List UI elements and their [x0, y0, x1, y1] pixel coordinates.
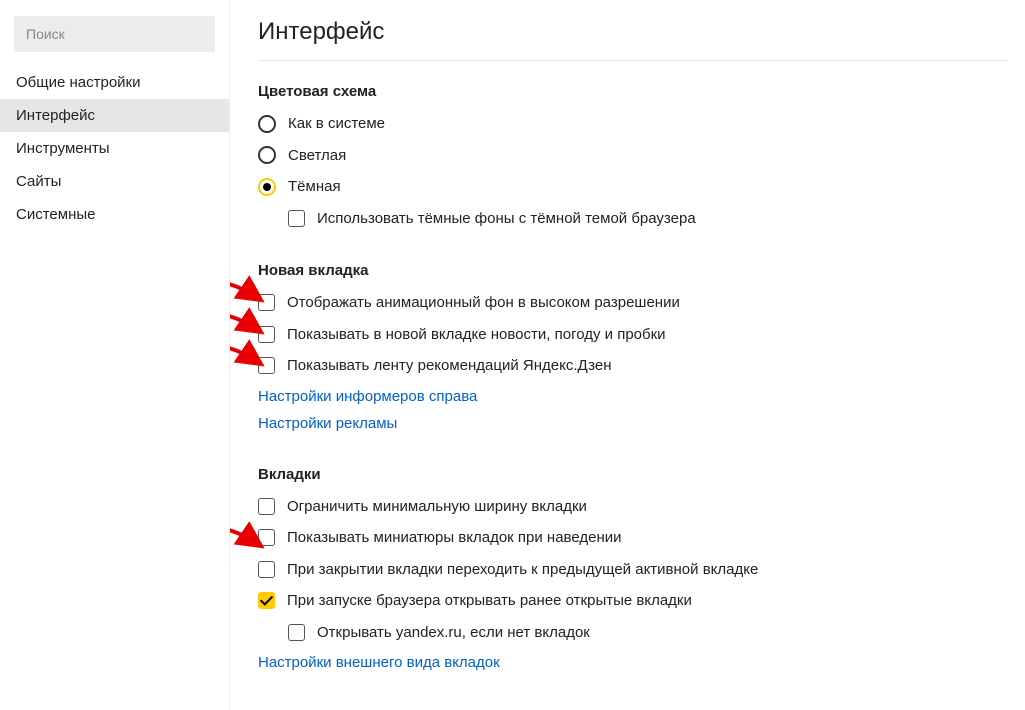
checkbox-label: Ограничить минимальную ширину вкладки	[287, 497, 587, 517]
main-content: Интерфейс Цветовая схема Как в системе С…	[230, 0, 1025, 710]
radio-label: Тёмная	[288, 177, 341, 197]
checkbox-label: Показывать ленту рекомендаций Яндекс.Дзе…	[287, 356, 612, 376]
section-title-tabs: Вкладки	[258, 466, 1007, 483]
section-tabs: Вкладки Ограничить минимальную ширину вк…	[258, 466, 1007, 672]
checkbox-prev-active-tab[interactable]: При закрытии вкладки переходить к предыд…	[258, 560, 1007, 580]
checkbox-label: Использовать тёмные фоны с тёмной темой …	[317, 209, 696, 229]
checkbox-restore-tabs[interactable]: При запуске браузера открывать ранее отк…	[258, 591, 1007, 611]
checkbox-zen-feed[interactable]: Показывать ленту рекомендаций Яндекс.Дзе…	[258, 356, 1007, 376]
checkbox-icon	[288, 624, 305, 641]
checkbox-news-weather[interactable]: Показывать в новой вкладке новости, пого…	[258, 325, 1007, 345]
section-title-new-tab: Новая вкладка	[258, 262, 1007, 279]
checkbox-open-yandex[interactable]: Открывать yandex.ru, если нет вкладок	[288, 623, 1007, 643]
search-input[interactable]: Поиск	[14, 16, 215, 52]
checkbox-label: Показывать в новой вкладке новости, пого…	[287, 325, 666, 345]
link-ad-settings[interactable]: Настройки рекламы	[258, 415, 1007, 432]
link-informer-settings[interactable]: Настройки информеров справа	[258, 388, 1007, 405]
radio-icon	[258, 146, 276, 164]
sidebar-item-general[interactable]: Общие настройки	[0, 66, 229, 99]
sidebar-item-tools[interactable]: Инструменты	[0, 132, 229, 165]
checkbox-label: Показывать миниатюры вкладок при наведен…	[287, 528, 622, 548]
sidebar: Поиск Общие настройки Интерфейс Инструме…	[0, 0, 230, 710]
checkbox-icon	[258, 498, 275, 515]
page-title: Интерфейс	[258, 18, 1007, 46]
checkbox-label: При запуске браузера открывать ранее отк…	[287, 591, 692, 611]
checkbox-dark-backgrounds[interactable]: Использовать тёмные фоны с тёмной темой …	[288, 209, 1007, 229]
radio-icon	[258, 115, 276, 133]
radio-row-dark[interactable]: Тёмная	[258, 177, 1007, 197]
radio-icon	[258, 178, 276, 196]
checkbox-label: Открывать yandex.ru, если нет вкладок	[317, 623, 590, 643]
radio-row-system[interactable]: Как в системе	[258, 114, 1007, 134]
checkbox-icon	[288, 210, 305, 227]
divider	[258, 60, 1007, 61]
sidebar-item-sites[interactable]: Сайты	[0, 165, 229, 198]
checkbox-min-tab-width[interactable]: Ограничить минимальную ширину вкладки	[258, 497, 1007, 517]
link-tab-appearance[interactable]: Настройки внешнего вида вкладок	[258, 654, 1007, 671]
checkbox-label: Отображать анимационный фон в высоком ра…	[287, 293, 680, 313]
radio-label: Светлая	[288, 146, 346, 166]
checkbox-icon	[258, 529, 275, 546]
section-new-tab: Новая вкладка Отображать анимационный фо…	[258, 262, 1007, 432]
checkbox-icon	[258, 326, 275, 343]
checkbox-icon	[258, 592, 275, 609]
section-title-color-scheme: Цветовая схема	[258, 83, 1007, 100]
section-color-scheme: Цветовая схема Как в системе Светлая Тём…	[258, 83, 1007, 228]
sidebar-item-interface[interactable]: Интерфейс	[0, 99, 229, 132]
checkbox-label: При закрытии вкладки переходить к предыд…	[287, 560, 758, 580]
radio-row-light[interactable]: Светлая	[258, 146, 1007, 166]
radio-label: Как в системе	[288, 114, 385, 134]
checkbox-icon	[258, 357, 275, 374]
checkbox-icon	[258, 294, 275, 311]
checkbox-tab-thumbnails[interactable]: Показывать миниатюры вкладок при наведен…	[258, 528, 1007, 548]
checkbox-anim-bg[interactable]: Отображать анимационный фон в высоком ра…	[258, 293, 1007, 313]
checkbox-icon	[258, 561, 275, 578]
sidebar-item-system[interactable]: Системные	[0, 198, 229, 231]
